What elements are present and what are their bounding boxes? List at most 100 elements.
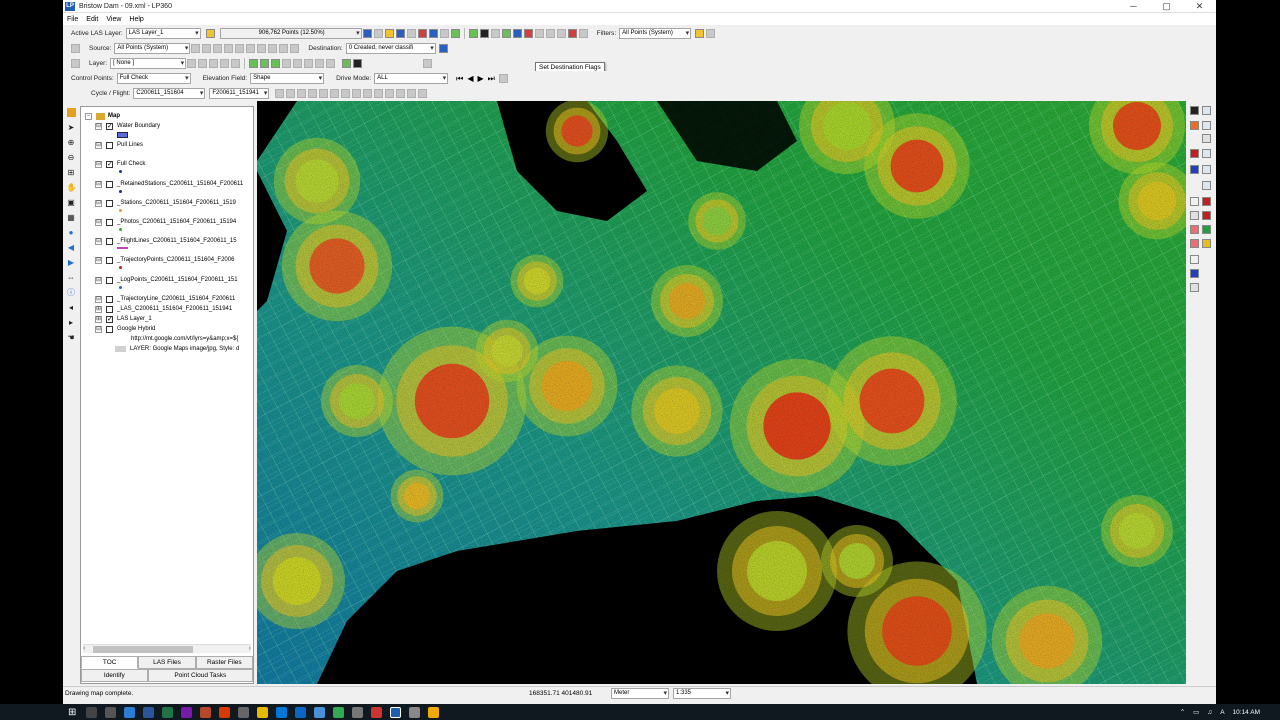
- flatten-icon[interactable]: [304, 59, 314, 68]
- conflate-icon[interactable]: [260, 59, 270, 68]
- toc-layer-item[interactable]: ⊟ _TrajectoryPoints_C200611_151604_F2006: [95, 255, 234, 265]
- hand-tool-icon[interactable]: ☚: [67, 333, 76, 342]
- options-icon[interactable]: [578, 29, 588, 38]
- destination-select[interactable]: 0 Created, never classifi: [345, 43, 436, 54]
- trajectory-icon[interactable]: [286, 89, 296, 98]
- move-feature-icon[interactable]: [220, 59, 230, 68]
- contour-icon[interactable]: [293, 59, 303, 68]
- profile-icon[interactable]: [395, 29, 405, 38]
- volume-icon[interactable]: ♫: [1207, 709, 1212, 716]
- lasso-icon[interactable]: [418, 89, 428, 98]
- expander-icon[interactable]: ⊟: [95, 180, 102, 188]
- toc-layer-item[interactable]: ⊟ _Stations_C200611_151604_F200611_1519: [95, 198, 236, 208]
- battery-icon[interactable]: ▭: [1193, 708, 1199, 716]
- delete-feature-icon[interactable]: [209, 59, 219, 68]
- close-tool-icon[interactable]: [423, 59, 433, 68]
- scroll-right-icon[interactable]: ›: [249, 645, 251, 652]
- arrow-select-icon[interactable]: ➤: [67, 123, 76, 132]
- stop-square-icon[interactable]: [479, 29, 489, 38]
- select-below-icon[interactable]: [246, 44, 256, 53]
- redo-icon[interactable]: [290, 44, 300, 53]
- cycle-select[interactable]: C200611_151604: [133, 88, 206, 99]
- expander-icon[interactable]: ⊟: [95, 325, 102, 333]
- select-above-icon[interactable]: [235, 44, 245, 53]
- units-select[interactable]: Meter: [611, 688, 669, 699]
- expander-icon[interactable]: ⊟: [95, 256, 102, 264]
- explorer-icon[interactable]: [257, 706, 269, 718]
- layer-select[interactable]: [ None ]: [110, 58, 187, 69]
- globe-icon[interactable]: [450, 29, 460, 38]
- drape-icon[interactable]: [271, 59, 281, 68]
- last-record-icon[interactable]: ⏭: [488, 74, 495, 84]
- settings-small-icon[interactable]: [396, 89, 406, 98]
- linkedin-icon[interactable]: [295, 706, 307, 718]
- water-icon[interactable]: [1190, 165, 1199, 174]
- menu-view[interactable]: View: [106, 16, 121, 23]
- info-icon[interactable]: ⓘ: [67, 288, 76, 297]
- toc-layer-item[interactable]: ⊟ _Photos_C200611_151604_F200611_15194: [95, 217, 236, 227]
- tree-icon[interactable]: [501, 29, 511, 38]
- edit-vertex-icon[interactable]: [198, 59, 208, 68]
- flag-menu-icon[interactable]: [353, 59, 363, 68]
- scroll-left-icon[interactable]: ‹: [83, 645, 85, 652]
- report-icon[interactable]: [363, 89, 373, 98]
- layer-visibility-checkbox[interactable]: [106, 218, 113, 226]
- destination-flag-icon[interactable]: [438, 44, 448, 53]
- tools-icon[interactable]: [341, 89, 351, 98]
- point-cloud-canvas[interactable]: [257, 101, 1186, 684]
- tab-las-files[interactable]: LAS Files: [138, 656, 196, 669]
- save-edits-icon[interactable]: [187, 59, 197, 68]
- folder-icon[interactable]: [330, 89, 340, 98]
- layer-visibility-checkbox[interactable]: ✓: [106, 160, 113, 168]
- toc-layer-item[interactable]: ⊟ _TrajectoryLine_C200611_151604_F200611: [95, 294, 235, 304]
- split-icon[interactable]: [326, 59, 336, 68]
- draw-icon[interactable]: [384, 29, 394, 38]
- table2-icon[interactable]: [556, 29, 566, 38]
- set-destination-flags-icon[interactable]: [342, 59, 352, 68]
- toc-layer-item[interactable]: ⊟ _RetainedStations_C200611_151604_F20061…: [95, 179, 243, 189]
- acrobat-icon[interactable]: [219, 706, 231, 718]
- select-all-icon[interactable]: [257, 44, 267, 53]
- menu-edit[interactable]: Edit: [86, 16, 98, 23]
- mesh-icon[interactable]: [1202, 149, 1211, 158]
- ruler-icon[interactable]: [1190, 211, 1199, 220]
- frame-tool-icon[interactable]: [1190, 197, 1199, 206]
- layer-visibility-checkbox[interactable]: [106, 141, 113, 149]
- layer-properties-icon[interactable]: [205, 29, 215, 38]
- toc-layer-item[interactable]: ⊟ ✓ Water Boundary: [95, 121, 160, 131]
- chrome-icon[interactable]: [333, 706, 345, 718]
- clear-selection-icon[interactable]: [268, 44, 278, 53]
- expander-icon[interactable]: ⊟: [95, 160, 102, 168]
- word-icon[interactable]: [143, 706, 155, 718]
- wave-icon[interactable]: [512, 29, 522, 38]
- layer-visibility-checkbox[interactable]: [106, 325, 113, 333]
- forward-extent-icon[interactable]: ▶: [67, 258, 76, 267]
- pan-icon[interactable]: [373, 29, 383, 38]
- classify-icon[interactable]: [468, 29, 478, 38]
- tree-tool-icon[interactable]: [1202, 225, 1211, 234]
- excel-icon[interactable]: [162, 706, 174, 718]
- scale-icon[interactable]: [1202, 181, 1211, 190]
- pointer-tool-icon[interactable]: [71, 59, 80, 68]
- drive-mode-select[interactable]: ALL: [374, 73, 449, 84]
- record-table-icon[interactable]: [498, 74, 508, 83]
- expander-icon[interactable]: ⊟: [95, 295, 102, 303]
- scale-select[interactable]: 1:335: [673, 688, 731, 699]
- app-icon[interactable]: [238, 706, 250, 718]
- arrow-tool-icon[interactable]: [1190, 283, 1199, 292]
- onenote-icon[interactable]: [181, 706, 193, 718]
- minimize-button[interactable]: ─: [1117, 0, 1150, 13]
- expander-icon[interactable]: ⊟: [95, 218, 102, 226]
- help-pointer-icon[interactable]: [706, 29, 716, 38]
- color-icon[interactable]: [1190, 149, 1199, 158]
- fixed-zoom-icon[interactable]: ▦: [67, 213, 76, 222]
- close-button[interactable]: ✕: [1183, 0, 1216, 13]
- toc-layer-item[interactable]: ⊟ Google Hybrid: [95, 324, 155, 334]
- table-icon[interactable]: [545, 29, 555, 38]
- toc-layer-item[interactable]: ⊟ Pull Lines: [95, 140, 143, 150]
- table-tool-icon[interactable]: [1202, 197, 1211, 206]
- layers-icon[interactable]: [66, 108, 76, 117]
- source-select[interactable]: All Points (System): [114, 43, 191, 54]
- zoom-box-icon[interactable]: ⊞: [67, 168, 76, 177]
- stop-icon[interactable]: [417, 29, 427, 38]
